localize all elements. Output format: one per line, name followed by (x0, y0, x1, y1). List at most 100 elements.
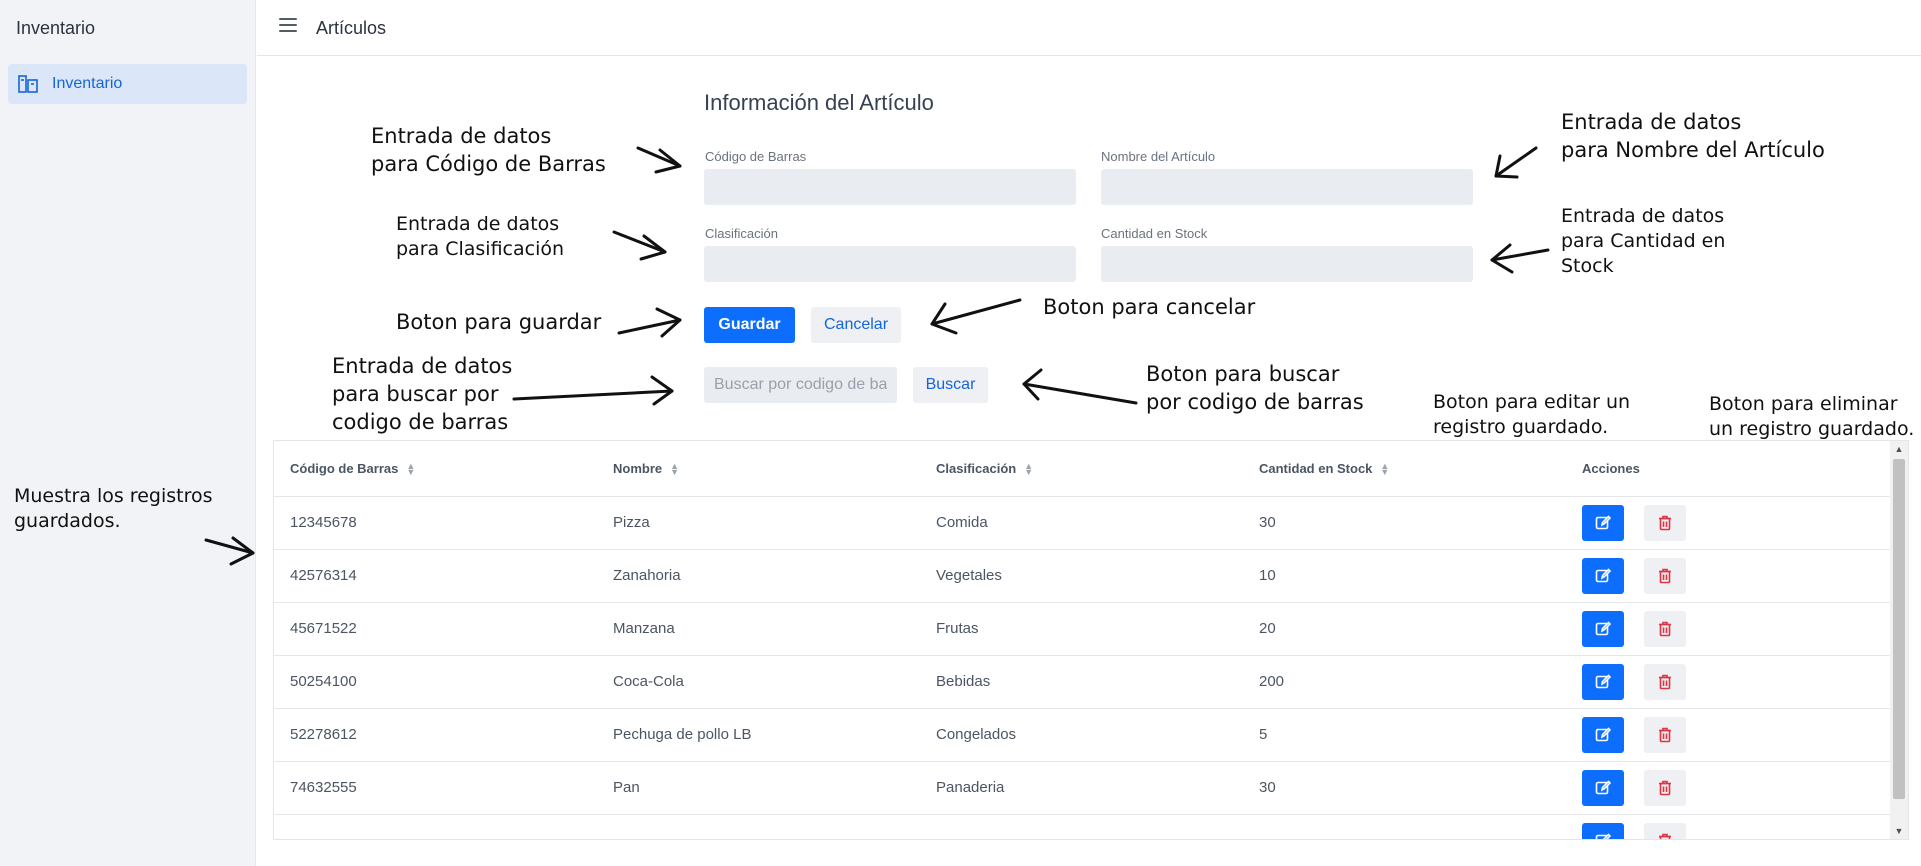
header-label: Código de Barras (290, 460, 399, 476)
name-input[interactable] (1101, 169, 1473, 205)
cell-class (920, 814, 1243, 839)
trash-icon (1659, 621, 1672, 636)
table-row: 50254100 Coca-Cola Bebidas 200 (274, 655, 1890, 709)
scroll-up-icon[interactable]: ▲ (1890, 441, 1908, 457)
annotation-search-input: Entrada de datos para buscar por codigo … (332, 354, 513, 434)
class-label: Clasificación (705, 226, 778, 241)
cell-barcode: 50254100 (274, 655, 597, 709)
edit-button[interactable] (1582, 822, 1624, 839)
cell-barcode: 52278612 (274, 708, 597, 762)
sort-icon: ▲ ▼ (1380, 461, 1390, 478)
sidebar: Inventario Inventario (0, 0, 256, 866)
header-class[interactable]: Clasificación ▲ ▼ (920, 441, 1243, 497)
edit-button[interactable] (1582, 663, 1624, 700)
sidebar-item-label: Inventario (52, 75, 123, 92)
stock-label: Cantidad en Stock (1101, 226, 1208, 241)
cell-name: Pizza (597, 496, 920, 550)
header-label: Clasificación (936, 460, 1017, 476)
annotation-cancel: Boton para cancelar (1043, 295, 1256, 319)
cell-name: Zanahoria (597, 549, 920, 603)
edit-button[interactable] (1582, 504, 1624, 541)
barcode-input[interactable] (704, 169, 1076, 205)
edit-icon (1595, 779, 1611, 794)
cell-actions (1566, 602, 1890, 656)
header-label: Cantidad en Stock (1259, 460, 1373, 476)
trash-icon (1659, 568, 1672, 583)
annotation-edit: Boton para editar un registro guardado. (1433, 391, 1631, 438)
table-row (274, 814, 1890, 839)
stock-input[interactable] (1101, 246, 1473, 282)
form-title: Información del Artículo (704, 90, 934, 115)
cell-class: Congelados (920, 708, 1243, 762)
delete-button[interactable] (1644, 610, 1687, 647)
header-actions: Acciones (1566, 441, 1890, 497)
delete-button[interactable] (1644, 557, 1687, 594)
cell-name (597, 814, 920, 839)
edit-button[interactable] (1582, 716, 1624, 753)
cell-stock: 10 (1243, 549, 1566, 603)
trash-icon (1659, 780, 1672, 795)
edit-icon (1595, 620, 1611, 635)
cell-name: Pan (597, 761, 920, 815)
cell-class: Vegetales (920, 549, 1243, 603)
cell-class: Frutas (920, 602, 1243, 656)
delete-button[interactable] (1644, 769, 1687, 806)
cell-actions (1566, 761, 1890, 815)
table-scrollbar[interactable]: ▲ ▼ (1890, 441, 1908, 839)
header-name[interactable]: Nombre ▲ ▼ (597, 441, 920, 497)
annotation-name: Entrada de datos para Nombre del Artícul… (1561, 110, 1825, 162)
cell-actions (1566, 496, 1890, 550)
annotation-class: Entrada de datos para Clasificación (396, 213, 565, 260)
edit-button[interactable] (1582, 769, 1624, 806)
inventory-icon (18, 74, 40, 94)
edit-button[interactable] (1582, 610, 1624, 647)
trash-icon (1659, 515, 1672, 530)
cell-actions (1566, 655, 1890, 709)
header-barcode[interactable]: Código de Barras ▲ ▼ (274, 441, 597, 497)
annotation-barcode: Entrada de datos para Código de Barras (371, 124, 606, 176)
cell-stock (1243, 814, 1566, 839)
edit-button[interactable] (1582, 557, 1624, 594)
annotation-delete: Boton para eliminar un registro guardado… (1709, 393, 1915, 440)
cell-actions (1566, 708, 1890, 762)
cell-stock: 30 (1243, 496, 1566, 550)
page-title: Artículos (316, 18, 387, 38)
barcode-label: Código de Barras (705, 149, 807, 164)
delete-button[interactable] (1644, 504, 1687, 541)
cell-stock: 30 (1243, 761, 1566, 815)
cell-name: Manzana (597, 602, 920, 656)
sidebar-item-inventario[interactable]: Inventario (8, 64, 247, 104)
delete-button[interactable] (1644, 663, 1687, 700)
save-button[interactable]: Guardar (704, 307, 795, 343)
records-table: Código de Barras ▲ ▼ Nombre ▲ ▼ Clasificació… (273, 440, 1909, 840)
search-button[interactable]: Buscar (913, 367, 988, 403)
cell-class: Bebidas (920, 655, 1243, 709)
table-row: 42576314 Zanahoria Vegetales 10 (274, 549, 1890, 603)
scroll-thumb[interactable] (1893, 459, 1905, 799)
cell-name: Pechuga de pollo LB (597, 708, 920, 762)
name-label: Nombre del Artículo (1101, 149, 1216, 164)
cell-class: Comida (920, 496, 1243, 550)
topbar: Artículos (257, 0, 1921, 56)
cancel-button[interactable]: Cancelar (811, 307, 901, 343)
scroll-down-icon[interactable]: ▼ (1890, 823, 1908, 839)
trash-icon (1659, 833, 1672, 839)
sidebar-title: Inventario (16, 18, 96, 38)
search-input[interactable] (704, 367, 897, 403)
delete-button[interactable] (1644, 716, 1687, 753)
cell-class: Panaderia (920, 761, 1243, 815)
header-stock[interactable]: Cantidad en Stock ▲ ▼ (1243, 441, 1566, 497)
cell-barcode: 74632555 (274, 761, 597, 815)
annotation-save: Boton para guardar (396, 310, 602, 334)
class-input[interactable] (704, 246, 1076, 282)
cell-actions (1566, 549, 1890, 603)
delete-button[interactable] (1644, 822, 1687, 839)
edit-icon (1595, 673, 1611, 688)
cell-name: Coca-Cola (597, 655, 920, 709)
sort-icon: ▲ ▼ (406, 461, 416, 478)
edit-icon (1595, 514, 1611, 529)
hamburger-icon[interactable] (279, 18, 297, 34)
cell-barcode: 45671522 (274, 602, 597, 656)
edit-icon (1595, 726, 1611, 741)
cell-actions (1566, 814, 1890, 839)
